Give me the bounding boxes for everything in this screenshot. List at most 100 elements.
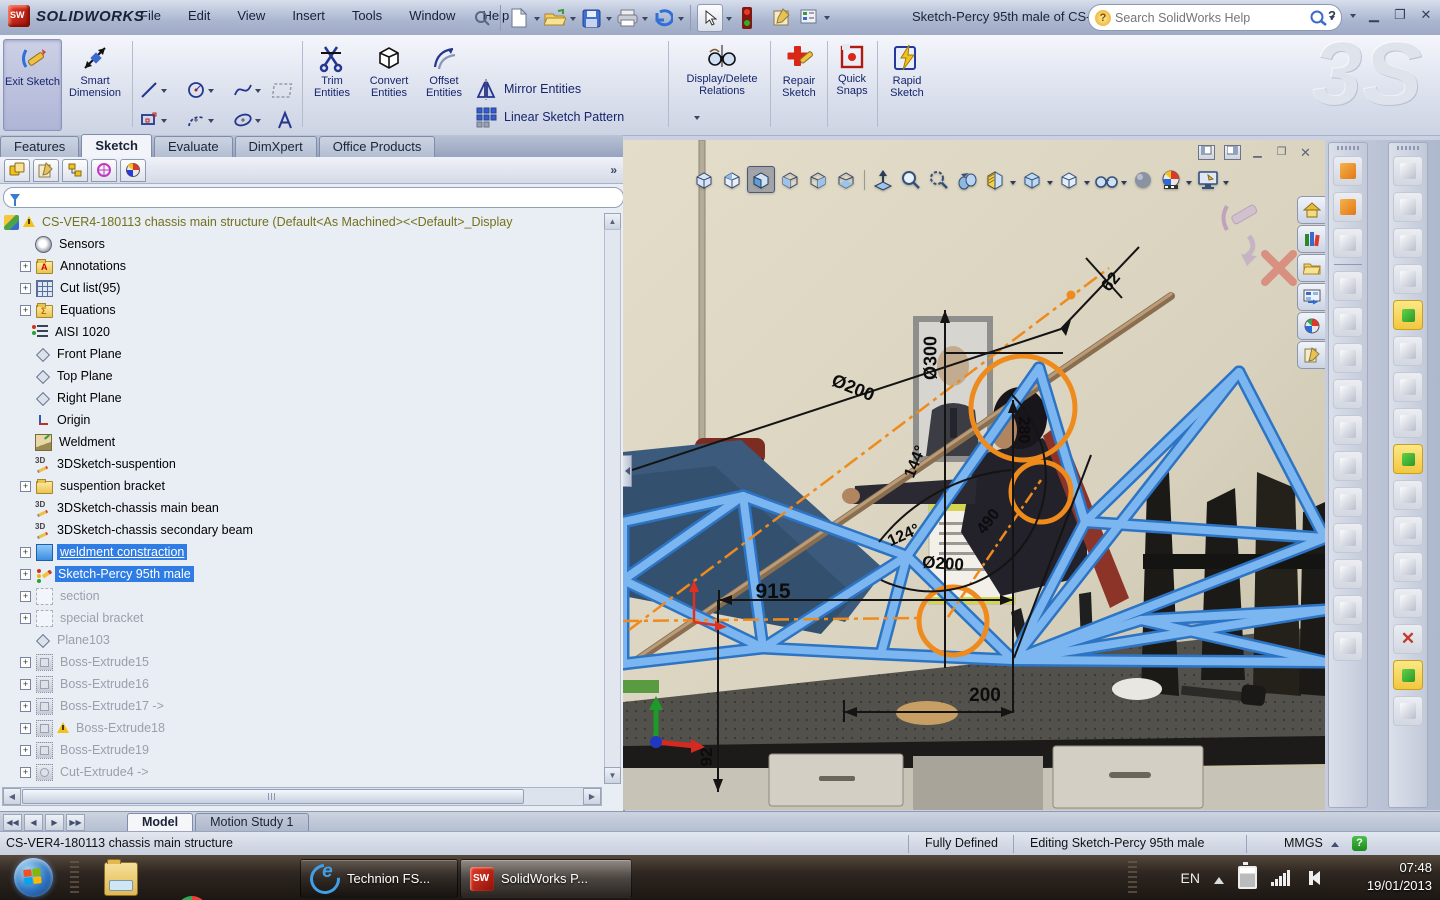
scroll-right-arrow[interactable]: ▶ [583,788,601,805]
save-icon[interactable] [579,5,603,31]
convert-entities-button[interactable]: Convert Entities [360,39,418,129]
trim-entities-button[interactable]: Trim Entities [306,39,358,129]
pattern-feature-icon[interactable] [1393,660,1423,690]
smart-dimension-button[interactable]: Smart Dimension [62,39,128,129]
zoom-to-fit-icon[interactable] [898,167,924,192]
status-help-icon[interactable]: ? [1352,836,1367,851]
shell-icon[interactable] [1393,516,1423,546]
tree-item-cutlist[interactable]: Cut list(95) [0,277,600,299]
tab-model[interactable]: Model [127,813,193,831]
tree-scroll-down[interactable]: ▼ [604,767,621,784]
quick-snaps-button[interactable]: Quick Snaps [829,39,875,129]
scrollbar-thumb[interactable] [22,789,524,804]
chrome-taskbar-icon[interactable] [176,896,208,900]
dimension-label[interactable]: Ø300 [921,336,942,380]
tree-item-3dsketch-main-bean[interactable]: 3DSketch-chassis main bean [0,497,600,519]
battery-icon[interactable] [1238,866,1257,889]
sketch-picture-tool[interactable] [272,79,296,101]
select-tool-icon[interactable] [697,4,723,32]
tree-item-right-plane[interactable]: Right Plane [0,387,600,409]
dome-icon[interactable] [1393,696,1423,726]
dimxpertmanager-tab[interactable] [91,159,117,182]
hide-show-items-icon[interactable] [1093,167,1119,192]
previous-view-icon[interactable] [954,167,980,192]
propertymanager-tab[interactable] [33,159,59,182]
view-cube-6-icon[interactable] [833,167,859,192]
expander-icon[interactable] [20,745,31,756]
doc-restore-icon[interactable]: ❐ [1274,146,1289,159]
structural-member-icon[interactable] [1333,192,1363,222]
tree-item-origin[interactable]: Origin [0,409,600,431]
plane-tool-icon[interactable] [1333,595,1363,625]
expander-icon[interactable] [20,591,31,602]
tree-item-top-plane[interactable]: Top Plane [0,365,600,387]
tree-item-annotations[interactable]: Annotations [0,255,600,277]
tree-item-boss-extrude17[interactable]: Boss-Extrude17 -> [0,695,600,717]
repair-sketch-button[interactable]: Repair Sketch [772,39,826,129]
mirror-entities-button[interactable]: Mirror Entities [474,77,581,101]
menu-view[interactable]: View [237,8,265,23]
reference-geometry-icon[interactable] [1333,559,1363,589]
expander-icon[interactable] [20,305,31,316]
linear-sketch-pattern-button[interactable]: Linear Sketch Pattern [474,105,700,129]
delete-icon[interactable] [1393,624,1423,654]
exit-sketch-button[interactable]: Exit Sketch [3,39,62,131]
tree-item-boss-extrude16[interactable]: Boss-Extrude16 [0,673,600,695]
tab-sketch[interactable]: Sketch [81,134,152,157]
volume-icon[interactable] [1304,871,1320,885]
search-collapse-icon[interactable] [470,5,494,31]
new-document-icon[interactable] [507,5,531,31]
menu-insert[interactable]: Insert [292,8,325,23]
edit-appearance-icon[interactable] [1130,167,1156,192]
tree-root[interactable]: CS-VER4-180113 chassis main structure (D… [0,211,600,233]
extrude-cut-icon[interactable] [1393,300,1423,330]
expander-icon[interactable] [20,261,31,272]
app-help-icon[interactable]: ? [1324,8,1340,23]
tree-item-3dsketch-secondary-beam[interactable]: 3DSketch-chassis secondary beam [0,519,600,541]
chamfer-icon[interactable] [1333,307,1363,337]
tree-filter-box[interactable] [3,187,624,208]
box-select-icon[interactable] [1393,228,1423,258]
offset-entities-button[interactable]: Offset Entities [420,39,468,129]
expander-icon[interactable] [20,723,31,734]
panel-overflow-chevron[interactable]: » [610,163,617,177]
help-search-input[interactable] [1111,11,1309,25]
tree-item-boss-extrude18[interactable]: Boss-Extrude18 [0,717,600,739]
spline-tool[interactable] [232,79,261,101]
menu-edit[interactable]: Edit [188,8,210,23]
expander-icon[interactable] [20,679,31,690]
tree-item-plane103[interactable]: Plane103 [0,629,600,651]
file-explorer-icon[interactable] [1297,254,1325,282]
dimension-label[interactable]: 200 [969,685,1001,707]
featuremanager-tree-tab[interactable] [4,159,30,182]
last-tab-arrow[interactable]: ▶▶ [66,814,85,831]
view-palette-icon[interactable] [1297,283,1325,311]
view-cube-2-icon[interactable] [719,167,745,192]
tree-item-sketch-percy[interactable]: Sketch-Percy 95th male [0,563,600,585]
pipe-tool-icon[interactable] [1333,379,1363,409]
configurationmanager-tab[interactable] [62,159,88,182]
draft-icon[interactable] [1393,408,1423,438]
view-cube-5-icon[interactable] [805,167,831,192]
mirror-feature-icon[interactable] [1393,552,1423,582]
options-icon[interactable] [797,4,821,30]
tree-item-3dsketch-suspention[interactable]: 3DSketch-suspention [0,453,600,475]
minimize-icon[interactable]: ▁ [1366,7,1382,23]
displaymanager-tab[interactable] [120,159,146,182]
taskbar-window-solidworks[interactable]: SolidWorks P... [460,859,632,898]
pane-right-icon[interactable] [1224,145,1241,160]
expander-icon[interactable] [20,481,31,492]
expander-icon[interactable] [20,613,31,624]
confirmation-corner[interactable] [1219,198,1303,288]
tree-item-section[interactable]: section [0,585,600,607]
display-style-icon[interactable] [1056,167,1082,192]
tab-office-products[interactable]: Office Products [319,136,436,157]
menu-tools[interactable]: Tools [352,8,382,23]
cube-icon[interactable] [1393,336,1423,366]
tab-features[interactable]: Features [0,136,79,157]
expander-icon[interactable] [20,569,31,580]
restore-icon[interactable]: ❐ [1392,7,1408,23]
tree-scrollbar-track[interactable] [604,229,621,769]
custom-properties-icon[interactable] [1297,341,1325,369]
tree-item-material[interactable]: AISI 1020 [0,321,600,343]
